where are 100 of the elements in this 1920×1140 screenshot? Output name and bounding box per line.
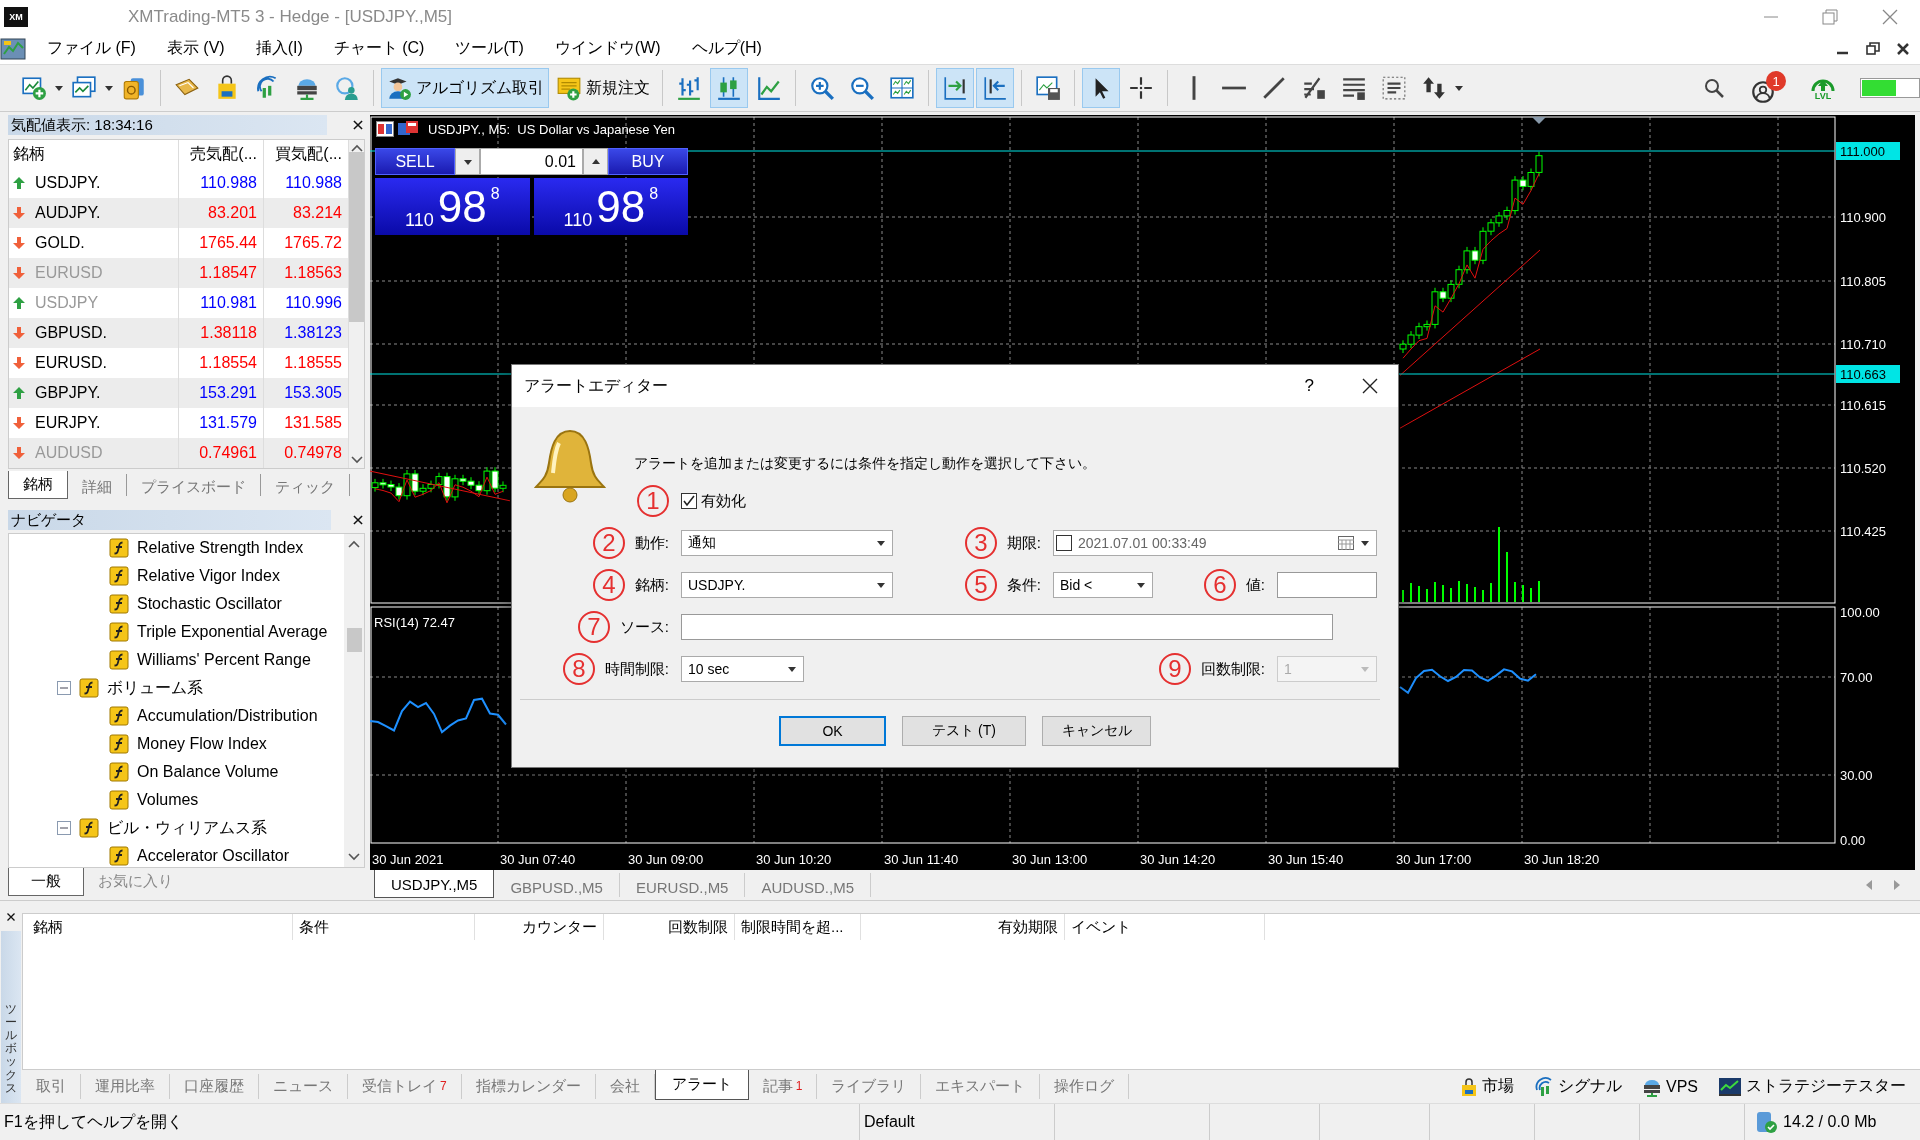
tab[interactable]: 受信トレイ 7 (348, 1074, 462, 1099)
caret-icon (876, 538, 886, 548)
tree-group[interactable]: ビル・ウィリアムス系 (107, 817, 267, 839)
dropdown[interactable]: USDJPY. (681, 572, 893, 598)
input-field[interactable] (1277, 572, 1377, 598)
dropdown[interactable]: 10 sec (681, 656, 804, 682)
tree-item[interactable]: On Balance Volume (137, 763, 279, 781)
menu-item[interactable]: ファイル (F) (36, 34, 147, 63)
toolbox-link[interactable]: 市場 (1460, 1076, 1514, 1097)
menu-item[interactable]: ウインドウ(W) (543, 34, 672, 63)
lot-field[interactable]: 0.01 (480, 148, 583, 175)
chart-tab[interactable]: GBPUSD.,M5 (494, 873, 620, 897)
symbol-cell[interactable]: GBPJPY. (35, 384, 101, 402)
tab[interactable]: 口座履歴 (170, 1074, 259, 1099)
tab[interactable]: 銘柄 (8, 471, 68, 499)
toolbar-button[interactable]: アルゴリズム取引 (381, 68, 549, 108)
dropdown[interactable]: 通知 (681, 530, 893, 556)
tab[interactable]: 詳細 (68, 474, 127, 496)
collapse-icon[interactable] (57, 681, 71, 695)
toolbox-link[interactable]: VPS (1642, 1076, 1698, 1097)
test-button[interactable]: テスト (T) (902, 716, 1026, 746)
tab[interactable]: 記事 1 (748, 1074, 818, 1099)
symbol-cell[interactable]: EURUSD. (35, 354, 107, 372)
buy-button[interactable]: BUY (608, 148, 688, 175)
tree-item[interactable]: Money Flow Index (137, 735, 267, 753)
search-icon[interactable] (1702, 76, 1726, 100)
symbol-cell[interactable]: GBPUSD. (35, 324, 107, 342)
tab[interactable]: プライスボード (127, 474, 261, 496)
lot-increase-button[interactable] (583, 148, 608, 175)
ok-button[interactable]: OK (779, 716, 886, 746)
notifications-button[interactable]: 1 (1750, 71, 1786, 105)
date-field[interactable]: 2021.07.01 00:33:49 (1053, 530, 1377, 556)
scrollbar-thumb[interactable] (349, 152, 364, 322)
tab[interactable]: ライブラリ (817, 1074, 922, 1099)
scroll-up-icon[interactable] (350, 144, 363, 152)
symbol-cell[interactable]: GOLD. (35, 234, 85, 252)
close-icon[interactable] (351, 118, 365, 132)
tree-item[interactable]: Accelerator Oscillator (137, 847, 290, 865)
scroll-down-icon[interactable] (348, 853, 360, 861)
scroll-up-icon[interactable] (348, 540, 360, 548)
scroll-down-icon[interactable] (350, 456, 363, 464)
tab[interactable]: ティック (261, 474, 350, 496)
tab[interactable]: 会社 (595, 1074, 655, 1099)
price-cell: 83.201 (179, 198, 264, 228)
toolbar-button[interactable]: 新規注文 (551, 68, 655, 108)
close-icon[interactable] (5, 911, 17, 923)
menu-item[interactable]: ツール(T) (444, 34, 535, 63)
tab[interactable]: 運用比率 (81, 1074, 170, 1099)
symbol-cell[interactable]: USDJPY. (35, 174, 101, 192)
toolbox-link[interactable]: ストラテジーテスター (1718, 1076, 1906, 1097)
tree-item[interactable]: Relative Strength Index (137, 539, 304, 557)
close-icon[interactable] (1896, 41, 1910, 56)
tree-item[interactable]: Relative Vigor Index (137, 567, 280, 585)
caret-icon[interactable] (54, 83, 64, 93)
collapse-icon[interactable] (57, 821, 71, 835)
vertical-line-icon (1192, 75, 1196, 101)
function-icon (109, 706, 129, 726)
checkbox[interactable] (1056, 535, 1072, 551)
tab[interactable]: ニュース (259, 1074, 348, 1099)
symbol-cell[interactable]: AUDJPY. (35, 204, 101, 222)
shopping-bag-icon (1460, 1076, 1478, 1097)
caret-icon[interactable] (104, 83, 114, 93)
restore-icon[interactable] (1866, 41, 1880, 56)
tree-item[interactable]: Stochastic Oscillator (137, 595, 282, 613)
scrollbar-thumb[interactable] (346, 628, 362, 652)
tree-item[interactable]: Volumes (137, 791, 199, 809)
tab[interactable]: アラート (654, 1070, 749, 1100)
toolbox-link[interactable]: シグナル (1534, 1076, 1622, 1097)
chart-tab[interactable]: USDJPY.,M5 (374, 870, 495, 898)
close-icon[interactable] (1362, 378, 1378, 394)
input-field[interactable] (681, 614, 1333, 640)
menu-item[interactable]: チャート (C) (322, 34, 436, 63)
symbol-cell[interactable]: EURJPY. (35, 414, 101, 432)
tree-group[interactable]: ボリューム系 (107, 677, 203, 699)
tab[interactable]: 一般 (8, 868, 84, 896)
chart-tab[interactable]: EURUSD.,M5 (619, 873, 746, 897)
checkbox[interactable] (681, 493, 697, 509)
close-icon[interactable] (351, 513, 365, 527)
tab[interactable]: 操作ログ (1040, 1074, 1130, 1099)
tab[interactable]: 指標カレンダー (461, 1074, 596, 1099)
lot-decrease-button[interactable] (455, 148, 480, 175)
tree-item[interactable]: Williams' Percent Range (137, 651, 311, 669)
caret-icon[interactable] (1454, 83, 1464, 93)
dropdown[interactable]: Bid < (1053, 572, 1153, 598)
toolbar-button[interactable] (1082, 68, 1120, 108)
sell-button[interactable]: SELL (375, 148, 455, 175)
menu-item[interactable]: ヘルプ(H) (680, 34, 773, 63)
chart-tab[interactable]: AUDUSD.,M5 (745, 873, 871, 897)
tree-item[interactable]: Triple Exponential Average (137, 623, 328, 641)
indicator-title: RSI(14) 72.47 (374, 615, 455, 630)
tab[interactable]: 取引 (22, 1074, 81, 1099)
cancel-button[interactable]: キャンセル (1042, 716, 1151, 746)
tree-item[interactable]: Accumulation/Distribution (137, 707, 318, 725)
tab[interactable]: エキスパート (921, 1074, 1041, 1099)
panel-title: 気配値表示: 18:34:16 (8, 115, 327, 135)
menu-item[interactable]: 表示 (V) (155, 34, 236, 63)
caret-icon (876, 580, 886, 590)
zoom-out-icon (849, 75, 875, 101)
menu-item[interactable]: 挿入(I) (244, 34, 314, 63)
help-button[interactable]: ? (1304, 376, 1314, 396)
